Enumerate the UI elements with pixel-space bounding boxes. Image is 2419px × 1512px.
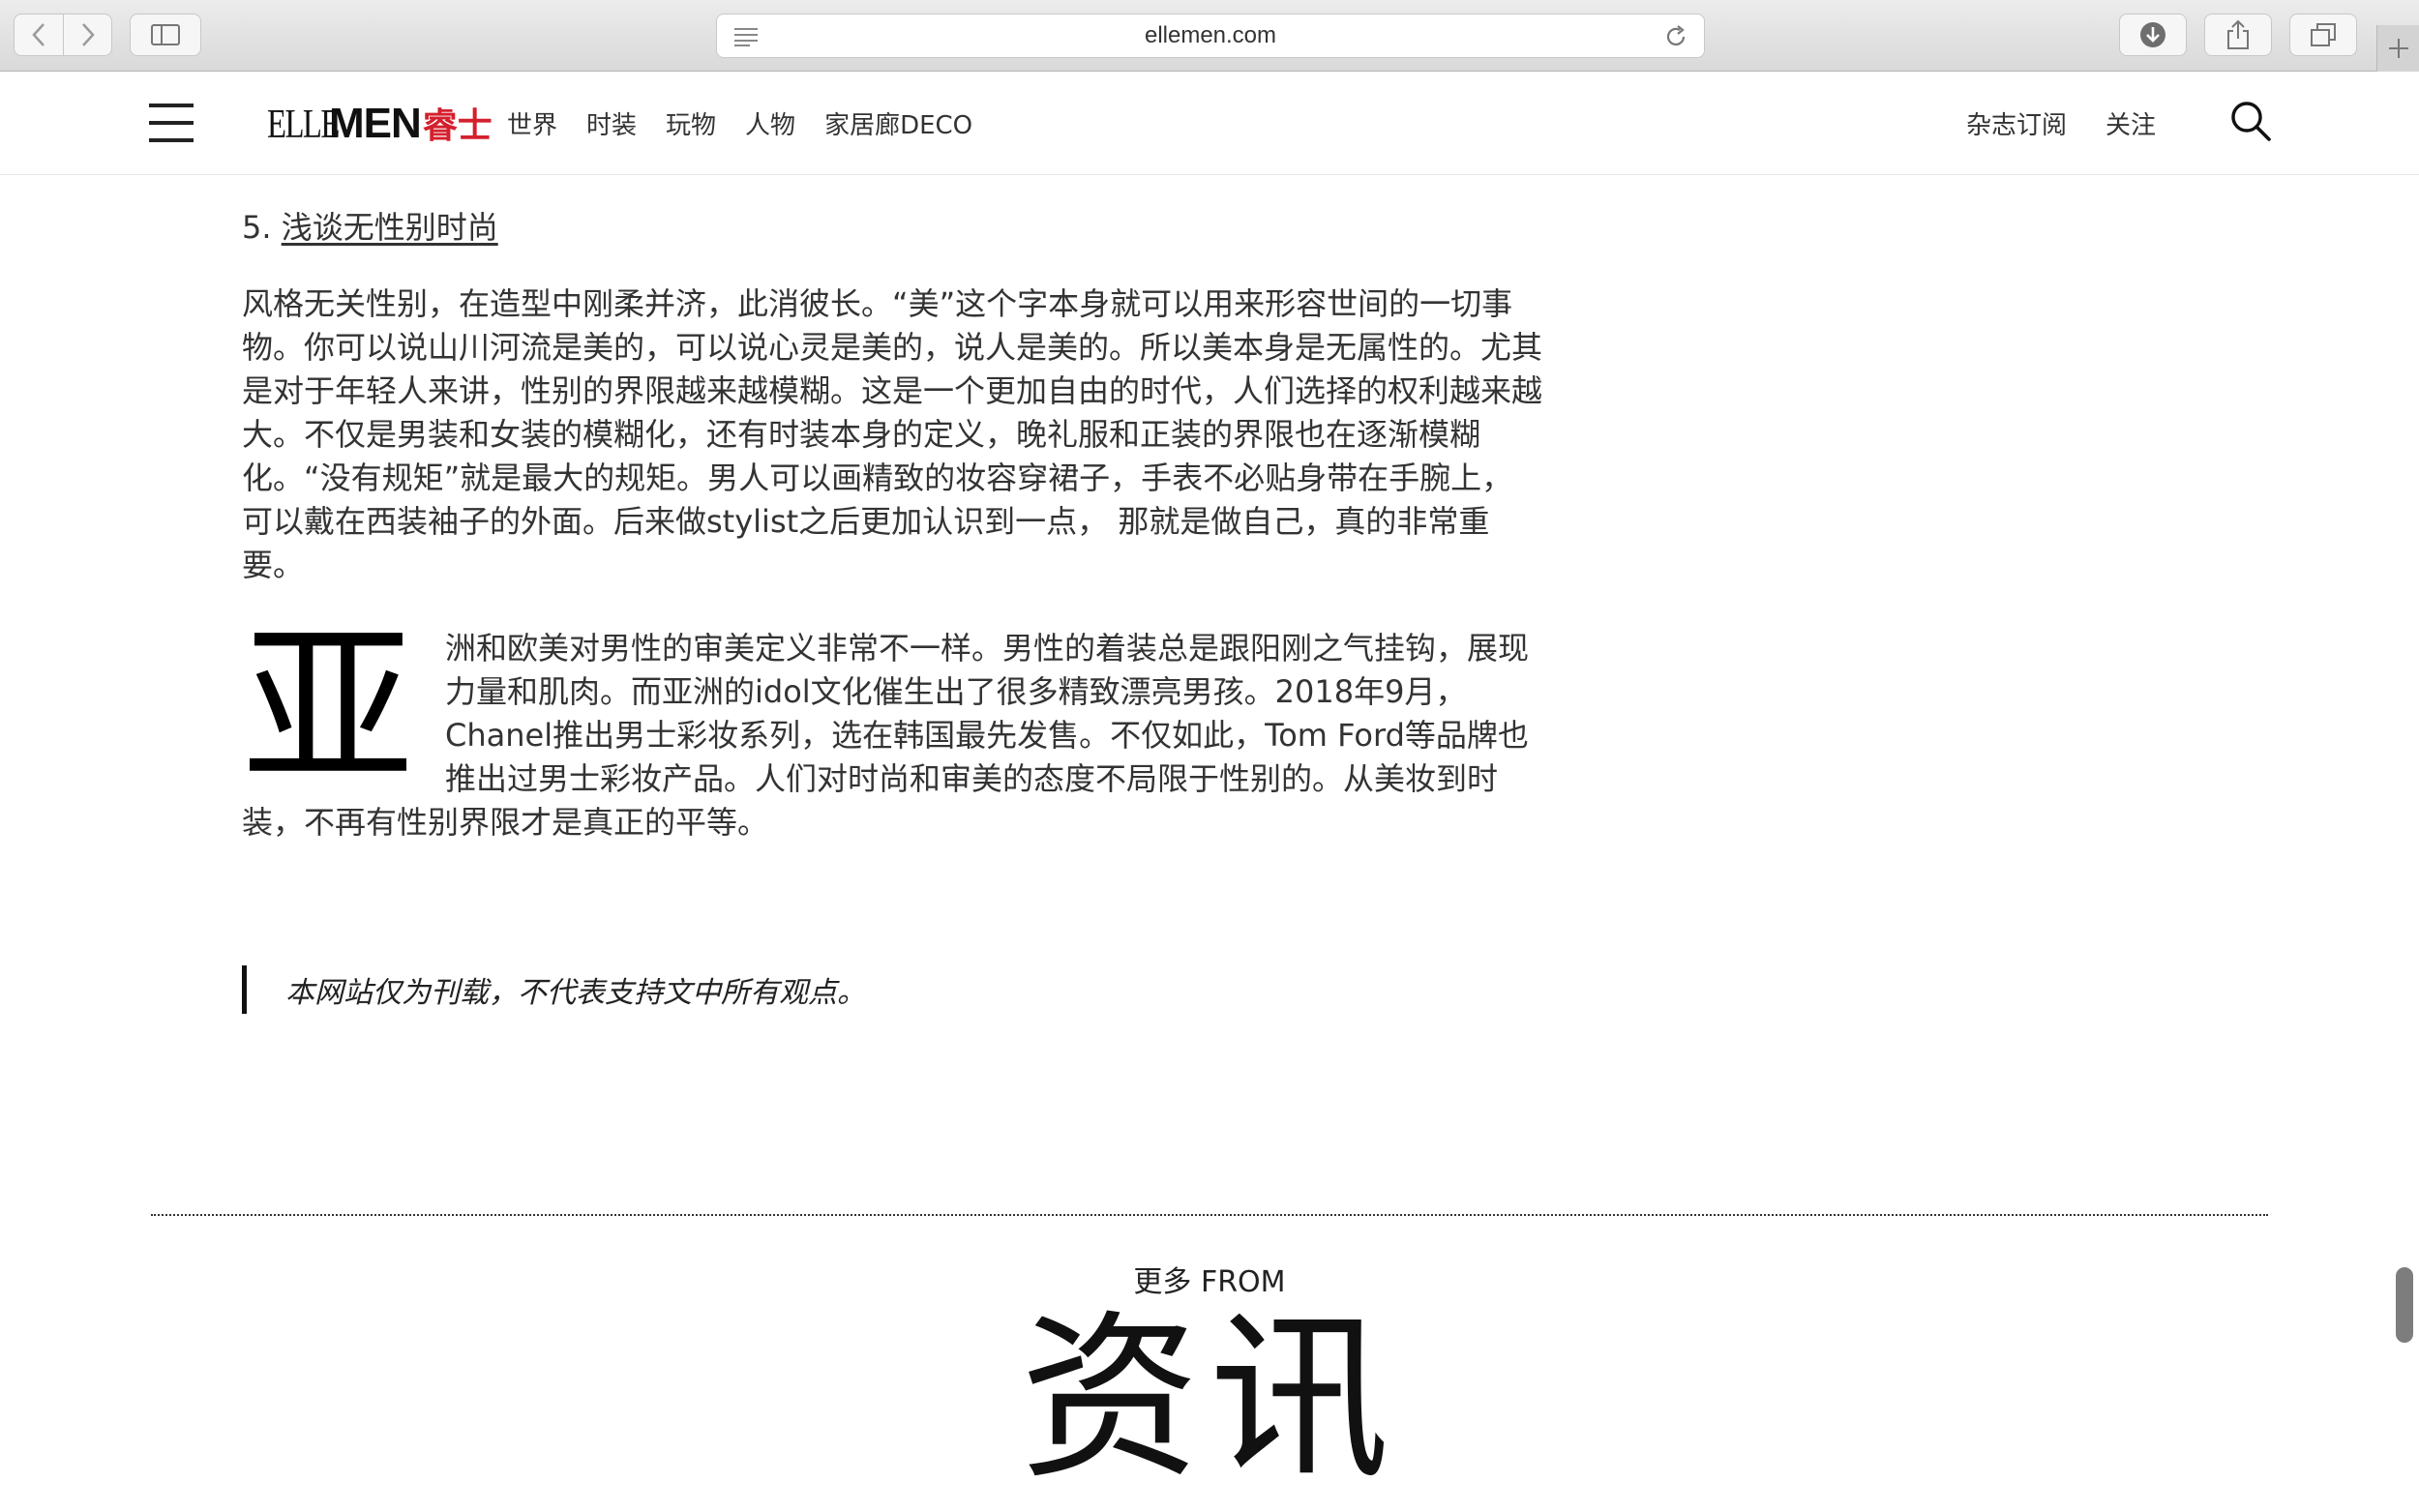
- logo-elle: ELLE: [267, 103, 340, 147]
- list-item-number: 5.: [242, 209, 282, 246]
- hamburger-icon-line: [149, 138, 194, 142]
- magazine-subscribe-link[interactable]: 杂志订阅: [1966, 105, 2067, 141]
- download-icon: [2140, 22, 2165, 47]
- disclaimer-quote: 本网站仅为刊载，不代表支持文中所有观点。: [242, 965, 866, 1014]
- nav-item-gadgets[interactable]: 玩物: [666, 105, 716, 141]
- chevron-right-icon: [81, 23, 95, 46]
- site-header: ELLE MEN 睿士 世界 时装 玩物 人物 家居廊DECO 杂志订阅 关注: [0, 73, 2419, 175]
- url-text: ellemen.com: [1144, 22, 1277, 48]
- follow-link[interactable]: 关注: [2105, 105, 2156, 141]
- reader-icon[interactable]: [732, 26, 760, 47]
- logo-chinese: 睿士: [422, 106, 493, 146]
- hamburger-icon: [149, 104, 194, 107]
- disclaimer-text: 本网站仅为刊载，不代表支持文中所有观点。: [285, 976, 866, 1010]
- utility-nav: 杂志订阅 关注: [1966, 105, 2156, 141]
- downloads-button[interactable]: [2119, 14, 2187, 56]
- share-button[interactable]: [2204, 14, 2272, 56]
- search-icon[interactable]: [2229, 100, 2272, 142]
- plus-icon: [2388, 39, 2408, 58]
- new-tab-button[interactable]: [2376, 25, 2419, 72]
- browser-toolbar: ellemen.com: [0, 0, 2419, 72]
- page-scrollbar-thumb[interactable]: [2396, 1267, 2413, 1343]
- logo-men: MEN: [329, 100, 422, 147]
- reload-icon[interactable]: [1663, 24, 1688, 49]
- nav-item-world[interactable]: 世界: [507, 105, 557, 141]
- sidebar-icon: [151, 24, 180, 45]
- main-nav: 世界 时装 玩物 人物 家居廊DECO: [507, 105, 972, 141]
- menu-button[interactable]: [149, 102, 195, 144]
- hamburger-icon-line: [149, 121, 194, 125]
- nav-item-fashion[interactable]: 时装: [586, 105, 637, 141]
- article-paragraph: 风格无关性别，在造型中刚柔并济，此消彼长。“美”这个字本身就可以用来形容世间的一…: [242, 285, 1543, 583]
- back-button[interactable]: [15, 15, 63, 55]
- section-divider: [151, 1214, 2268, 1216]
- share-icon: [2227, 19, 2249, 49]
- show-tabs-button[interactable]: [2289, 14, 2357, 56]
- list-item: 5. 浅谈无性别时尚: [242, 203, 498, 248]
- nav-item-people[interactable]: 人物: [745, 105, 795, 141]
- chevron-left-icon: [32, 23, 45, 46]
- dropcap-paragraph: 亚 洲和欧美对男性的审美定义非常不一样。男性的着装总是跟阳刚之气挂钩，展现力量和…: [242, 608, 1543, 845]
- drop-cap: 亚: [242, 608, 414, 808]
- tabs-icon: [2311, 23, 2336, 46]
- more-from-category-title[interactable]: 资讯: [0, 1292, 2419, 1505]
- history-nav-group: [14, 14, 112, 56]
- genderless-fashion-link[interactable]: 浅谈无性别时尚: [282, 209, 498, 246]
- sidebar-button[interactable]: [130, 14, 201, 56]
- address-bar[interactable]: ellemen.com: [716, 14, 1705, 58]
- site-logo[interactable]: ELLE MEN 睿士: [267, 98, 493, 150]
- nav-item-deco[interactable]: 家居廊DECO: [824, 105, 972, 141]
- forward-button[interactable]: [63, 15, 111, 55]
